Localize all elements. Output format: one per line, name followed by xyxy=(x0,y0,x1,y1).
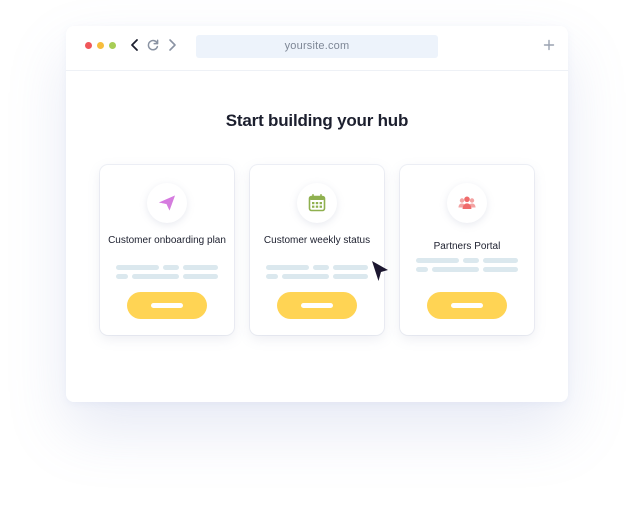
paper-plane-icon xyxy=(159,195,175,211)
button-label-placeholder xyxy=(301,303,333,308)
placeholder-line xyxy=(416,267,428,272)
button-label-placeholder xyxy=(151,303,183,308)
placeholder-line xyxy=(416,258,459,263)
maximize-window-dot[interactable] xyxy=(109,42,116,49)
placeholder-line xyxy=(183,265,218,270)
address-bar[interactable]: yoursite.com xyxy=(196,35,438,58)
placeholder-line xyxy=(333,265,368,270)
calendar-icon xyxy=(308,194,326,212)
mouse-pointer-icon xyxy=(372,261,388,281)
placeholder-line xyxy=(483,267,518,272)
placeholder-line xyxy=(266,274,278,279)
minimize-window-dot[interactable] xyxy=(97,42,104,49)
browser-window: yoursite.com Start building your hub Cus… xyxy=(66,26,568,402)
reload-icon[interactable] xyxy=(146,38,160,52)
placeholder-line xyxy=(463,258,479,263)
card-customer-onboarding-plan[interactable]: Customer onboarding plan xyxy=(100,165,234,335)
card-customer-weekly-status[interactable]: Customer weekly status xyxy=(250,165,384,335)
placeholder-line xyxy=(313,265,329,270)
button-label-placeholder xyxy=(451,303,483,308)
card-icon-badge xyxy=(297,183,337,223)
page-content: Start building your hub Customer onboard… xyxy=(66,71,568,402)
stage: yoursite.com Start building your hub Cus… xyxy=(0,0,634,511)
placeholder-line xyxy=(333,274,368,279)
placeholder-line xyxy=(116,265,159,270)
placeholder-line xyxy=(183,274,218,279)
placeholder-line xyxy=(132,274,179,279)
card-action-button[interactable] xyxy=(127,292,207,319)
card-icon-badge xyxy=(447,183,487,223)
card-action-button[interactable] xyxy=(277,292,357,319)
card-action-button[interactable] xyxy=(427,292,507,319)
placeholder-line xyxy=(483,258,518,263)
placeholder-line xyxy=(163,265,179,270)
page-title: Start building your hub xyxy=(225,111,409,130)
card-icon-badge xyxy=(147,183,187,223)
card-partners-portal[interactable]: Partners Portal xyxy=(400,165,534,335)
card-title: Partners Portal xyxy=(433,241,501,252)
chevron-left-icon[interactable] xyxy=(128,38,142,52)
placeholder-line xyxy=(282,274,329,279)
browser-toolbar: yoursite.com xyxy=(66,26,568,71)
placeholder-line xyxy=(266,265,309,270)
chevron-right-icon[interactable] xyxy=(165,38,179,52)
plus-icon[interactable] xyxy=(542,38,556,52)
people-icon xyxy=(458,196,476,209)
card-title: Customer weekly status xyxy=(263,235,371,246)
card-title: Customer onboarding plan xyxy=(108,235,226,246)
url-text: yoursite.com xyxy=(284,40,350,52)
close-window-dot[interactable] xyxy=(85,42,92,49)
placeholder-line xyxy=(116,274,128,279)
placeholder-line xyxy=(432,267,479,272)
